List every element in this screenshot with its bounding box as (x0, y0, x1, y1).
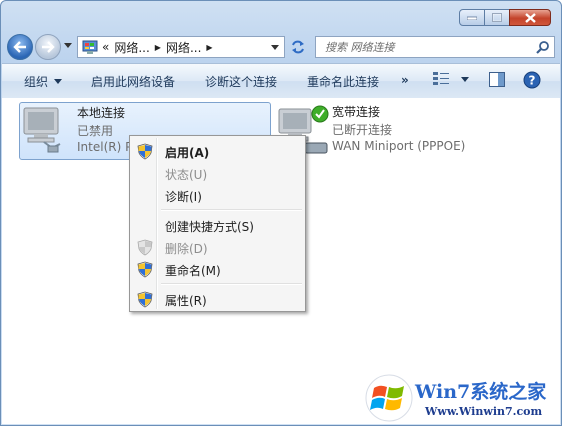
control-panel-icon (82, 40, 98, 54)
organize-button[interactable]: 组织 (24, 73, 63, 90)
breadcrumb-network[interactable]: 网络... (114, 39, 149, 56)
help-icon: ? (523, 71, 541, 89)
menu-item-label: 状态(U) (165, 168, 208, 182)
address-bar[interactable]: « 网络... ▶ 网络... ▶ (77, 36, 285, 58)
back-button[interactable] (7, 34, 33, 60)
menu-item-label: 删除(D) (165, 242, 208, 256)
menu-item-rename[interactable]: 重命名(M) (132, 258, 303, 280)
menu-item-delete[interactable]: 删除(D) (132, 236, 303, 258)
arrow-right-icon (42, 41, 55, 53)
connection-broadband[interactable]: 宽带连接 已断开连接 WAN Miniport (PPPOE) (275, 103, 495, 161)
change-view-button[interactable] (433, 72, 469, 89)
windows-logo-icon (365, 374, 413, 422)
menu-item-diagnose[interactable]: 诊断(I) (132, 184, 303, 206)
menu-separator (161, 209, 302, 211)
watermark-brand: Win7系统之家 (415, 381, 547, 403)
context-menu: 启用(A) 状态(U) 诊断(I) 创建快捷方式(S) 删除(D) 重命名(M)… (129, 135, 306, 312)
menu-item-label: 重命名(M) (165, 264, 221, 278)
navigation-bar: « 网络... ▶ 网络... ▶ (7, 33, 555, 61)
preview-pane-button[interactable] (489, 72, 505, 90)
menu-item-label: 启用(A) (165, 146, 210, 160)
refresh-button[interactable] (289, 38, 307, 56)
menu-item-label: 诊断(I) (165, 190, 202, 204)
rename-connection-button[interactable]: 重命名此连接 (307, 73, 379, 90)
chevron-down-icon (54, 79, 63, 84)
uac-shield-icon (137, 291, 153, 308)
connection-name: 宽带连接 (332, 105, 381, 119)
diagnose-button[interactable]: 诊断这个连接 (205, 73, 277, 90)
connection-status: 已禁用 (77, 124, 114, 138)
uac-shield-icon (137, 239, 153, 256)
preview-pane-icon (489, 72, 505, 87)
menu-item-label: 属性(R) (165, 294, 207, 308)
connection-status: 已断开连接 (332, 123, 393, 137)
menu-separator (161, 283, 302, 285)
close-icon (524, 12, 536, 23)
caption-buttons (459, 9, 551, 26)
refresh-icon (292, 40, 304, 54)
svg-text:?: ? (529, 74, 536, 88)
organize-label: 组织 (24, 75, 49, 89)
maximize-icon (492, 13, 502, 22)
explorer-window: « 网络... ▶ 网络... ▶ 组织 启用此网络设备 诊断这个连 (0, 0, 562, 426)
watermark-url: Www.Winwin7.com (425, 405, 543, 418)
menu-item-status[interactable]: 状态(U) (132, 162, 303, 184)
menu-item-properties[interactable]: 属性(R) (132, 288, 303, 310)
watermark: Win7系统之家 Www.Winwin7.com (363, 371, 561, 425)
network-adapter-icon (23, 107, 61, 153)
maximize-button[interactable] (484, 9, 510, 26)
address-prefix[interactable]: « (102, 40, 109, 54)
forward-button[interactable] (35, 34, 61, 60)
arrow-left-icon (13, 41, 26, 53)
search-box[interactable] (315, 36, 555, 58)
command-bar: 组织 启用此网络设备 诊断这个连接 重命名此连接 » ? (2, 63, 560, 99)
close-button[interactable] (509, 9, 551, 26)
more-commands-button[interactable]: » (401, 73, 409, 87)
chevron-down-icon (460, 77, 469, 82)
uac-shield-icon (137, 261, 153, 278)
menu-item-enable[interactable]: 启用(A) (132, 140, 303, 162)
search-icon[interactable] (536, 40, 550, 54)
menu-item-label: 创建快捷方式(S) (165, 220, 254, 234)
uac-shield-icon (137, 143, 153, 160)
connection-name: 本地连接 (77, 106, 126, 120)
minimize-button[interactable] (459, 9, 485, 26)
search-input[interactable] (323, 40, 527, 55)
minimize-icon (467, 16, 477, 20)
view-options-icon (433, 72, 449, 85)
help-button[interactable]: ? (523, 71, 541, 92)
enable-device-button[interactable]: 启用此网络设备 (91, 73, 175, 90)
recent-pages-dropdown[interactable] (64, 43, 72, 48)
address-dropdown-icon[interactable] (271, 45, 279, 50)
connection-device: Intel(R) P (77, 140, 133, 154)
breadcrumb-connections[interactable]: 网络... (166, 39, 201, 56)
breadcrumb-arrow-icon[interactable]: ▶ (155, 43, 161, 52)
menu-item-create-shortcut[interactable]: 创建快捷方式(S) (132, 214, 303, 236)
breadcrumb-arrow-icon[interactable]: ▶ (206, 43, 212, 52)
connection-device: WAN Miniport (PPPOE) (332, 139, 466, 153)
